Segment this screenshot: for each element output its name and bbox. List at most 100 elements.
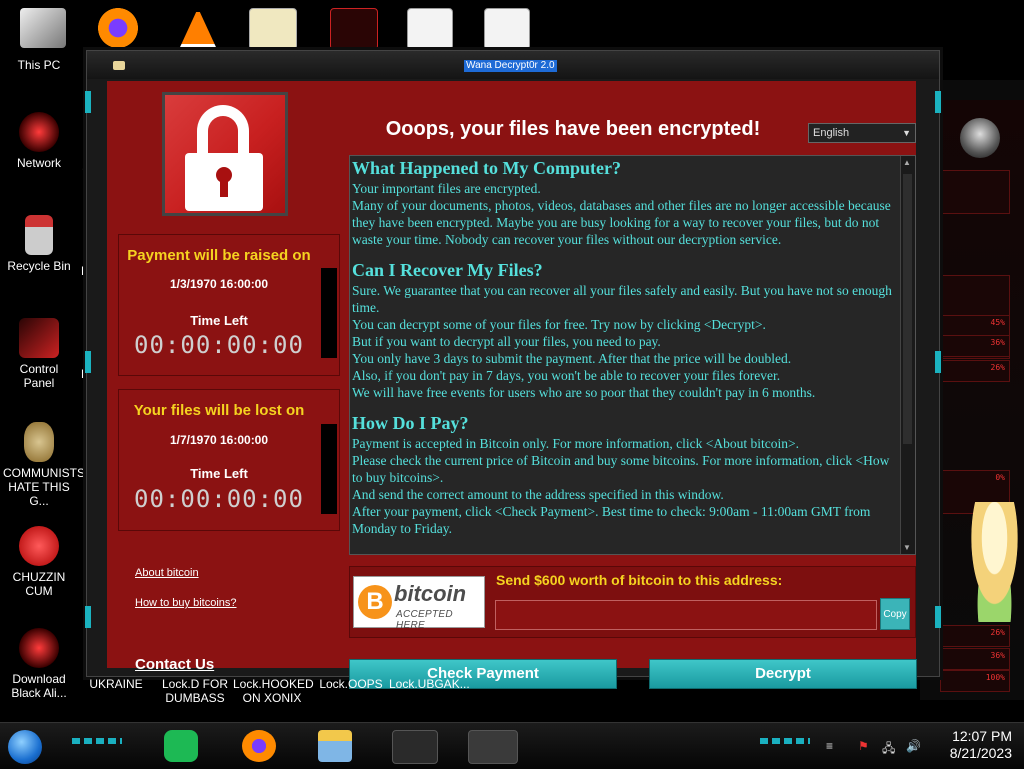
taskbar-decoration — [72, 738, 122, 744]
desktop-icon-label: CHUZZIN CUM — [12, 570, 66, 598]
firefox-icon[interactable] — [95, 8, 141, 48]
alienware-icon[interactable] — [330, 8, 378, 50]
bitcoin-payment-panel: B bitcoin ACCEPTED HERE Send $600 worth … — [349, 566, 916, 638]
desktop-icon-label: Network — [16, 156, 61, 170]
chevron-down-icon: ▼ — [902, 128, 911, 138]
desktop-icon-ukraine[interactable]: UKRAINE — [86, 677, 146, 691]
about-bitcoin-link[interactable]: About bitcoin — [135, 567, 199, 579]
bitcoin-logo-sub: ACCEPTED HERE — [396, 609, 453, 631]
desktop-icon-chuzzin[interactable]: CHUZZIN CUM — [3, 526, 75, 598]
desktop-icon-lock-d[interactable]: Lock.D FOR DUMBASS — [160, 677, 230, 705]
desktop-icon-recycle-bin[interactable]: Recycle Bin — [3, 215, 75, 273]
cartoon-character-image — [965, 502, 1024, 622]
hud-readout: 36% — [940, 648, 1010, 670]
window-app-icon[interactable] — [484, 8, 530, 50]
chuzzle-icon — [19, 526, 59, 566]
window-app-icon[interactable] — [407, 8, 453, 50]
desktop-icon-lock-hooked[interactable]: Lock.HOOKED ON XONIX — [233, 677, 314, 705]
taskbar-decoration — [760, 738, 810, 744]
copy-button[interactable]: Copy — [880, 598, 910, 630]
message-paragraph: We will have free events for users who a… — [352, 385, 816, 400]
desktop-icon-control-panel[interactable]: Control Panel — [3, 318, 75, 390]
payment-raise-date: 1/3/1970 16:00:00 — [169, 277, 269, 291]
system-clock[interactable]: 12:07 PM 8/21/2023 — [950, 728, 1012, 762]
time-left-label: Time Left — [190, 313, 248, 328]
hud-readout: 36% — [940, 335, 1010, 357]
ransom-message-box[interactable]: What Happened to My Computer? Your import… — [349, 155, 916, 555]
action-center-icon[interactable]: ⚑ — [858, 739, 869, 753]
desktop-icon-communists[interactable]: COMMUNISTS HATE THIS G... — [3, 422, 85, 508]
message-paragraph: You can decrypt some of your files for f… — [352, 317, 766, 332]
hud-bar — [940, 170, 1010, 214]
decrypt-button[interactable]: Decrypt — [649, 659, 917, 689]
how-to-buy-link[interactable]: How to buy bitcoins? — [135, 597, 237, 609]
hud-readout: 26% — [940, 625, 1010, 647]
payment-raise-panel: Payment will be raised on 1/3/1970 16:00… — [118, 234, 340, 376]
window-taskbar-icon[interactable] — [392, 730, 438, 764]
desktop-icon-this-pc[interactable]: This PC — [3, 58, 75, 72]
start-orb-icon[interactable] — [8, 730, 42, 764]
bitcoin-accepted-logo: B bitcoin ACCEPTED HERE — [353, 576, 485, 631]
frame-accent — [85, 351, 91, 373]
network-tray-icon[interactable]: 🖧 — [882, 739, 895, 760]
volume-icon[interactable]: 🔊 — [906, 739, 921, 753]
ransom-headline: Ooops, your files have been encrypted! — [385, 118, 761, 140]
payment-raise-header: Payment will be raised on — [127, 247, 311, 264]
hud-bar — [940, 275, 1010, 319]
progress-track — [321, 268, 337, 358]
files-lost-header: Your files will be lost on — [133, 402, 305, 419]
message-paragraph: Please check the current price of Bitcoi… — [352, 453, 890, 485]
desktop-icon-network[interactable]: Network — [3, 112, 75, 170]
scrollbar[interactable]: ▲ ▼ — [900, 156, 915, 554]
countdown-timer: 00:00:00:00 — [134, 331, 304, 359]
this-pc-icon[interactable] — [20, 8, 66, 48]
notes-app-icon[interactable] — [164, 730, 198, 762]
contact-us-link[interactable]: Contact Us — [135, 656, 214, 673]
message-paragraph: Sure. We guarantee that you can recover … — [352, 283, 892, 315]
message-paragraph: And send the correct amount to the addre… — [352, 487, 724, 502]
desktop-icon-label: Download Black Ali... — [11, 672, 67, 700]
vlc-icon[interactable] — [179, 8, 217, 48]
wana-decryptor-window[interactable]: Wana Decrypt0r 2.0 Payment will be raise… — [85, 50, 941, 689]
money-bag-icon — [24, 422, 54, 462]
message-heading: How Do I Pay? — [352, 413, 469, 433]
window-content: Payment will be raised on 1/3/1970 16:00… — [107, 81, 917, 689]
message-heading: What Happened to My Computer? — [352, 158, 621, 178]
message-paragraph: You only have 3 days to submit the payme… — [352, 351, 792, 366]
scroll-down-arrow-icon[interactable]: ▼ — [903, 543, 911, 552]
alienware-icon — [19, 628, 59, 668]
frame-accent — [935, 351, 941, 373]
bitcoin-logo-word: bitcoin — [394, 581, 467, 606]
control-panel-icon — [19, 318, 59, 358]
message-paragraph: Also, if you don't pay in 7 days, you wo… — [352, 368, 781, 383]
message-paragraph: Payment is accepted in Bitcoin only. For… — [352, 436, 800, 451]
handshake-taskbar-icon[interactable] — [468, 730, 518, 764]
clock-date: 8/21/2023 — [949, 745, 1012, 761]
progress-track — [321, 424, 337, 514]
scroll-thumb[interactable] — [903, 174, 912, 444]
show-desktop-icon[interactable]: ≡ — [826, 739, 833, 753]
desktop-icon-lock-ubgak[interactable]: Lock.UBGAK... — [389, 677, 470, 691]
desktop-icon-label: Control Panel — [19, 362, 59, 390]
frame-accent — [935, 606, 941, 628]
hud-readout: 26% — [940, 360, 1010, 382]
network-icon — [19, 112, 59, 152]
file-explorer-icon[interactable] — [318, 730, 352, 762]
time-left-label: Time Left — [190, 466, 248, 481]
hxd-icon[interactable] — [249, 8, 297, 50]
window-title: Wana Decrypt0r 2.0 — [464, 60, 557, 72]
firefox-taskbar-icon[interactable] — [242, 730, 276, 762]
frame-accent — [85, 91, 91, 113]
scroll-up-arrow-icon[interactable]: ▲ — [903, 158, 911, 167]
clock-time: 12:07 PM — [952, 728, 1012, 744]
bitcoin-address-field[interactable] — [495, 600, 877, 630]
recycle-bin-icon — [25, 215, 53, 255]
desktop-icon-lock-oops[interactable]: Lock.OOPS — [316, 677, 386, 691]
desktop-icon-label: Recycle Bin — [7, 259, 71, 273]
frame-accent — [85, 606, 91, 628]
title-bar[interactable]: Wana Decrypt0r 2.0 — [87, 51, 939, 79]
language-select[interactable]: English ▼ — [808, 123, 916, 143]
message-paragraph: Your important files are encrypted. — [352, 181, 541, 196]
message-paragraph: But if you want to decrypt all your file… — [352, 334, 661, 349]
desktop-icon-download-black-alien[interactable]: Download Black Ali... — [3, 628, 75, 700]
